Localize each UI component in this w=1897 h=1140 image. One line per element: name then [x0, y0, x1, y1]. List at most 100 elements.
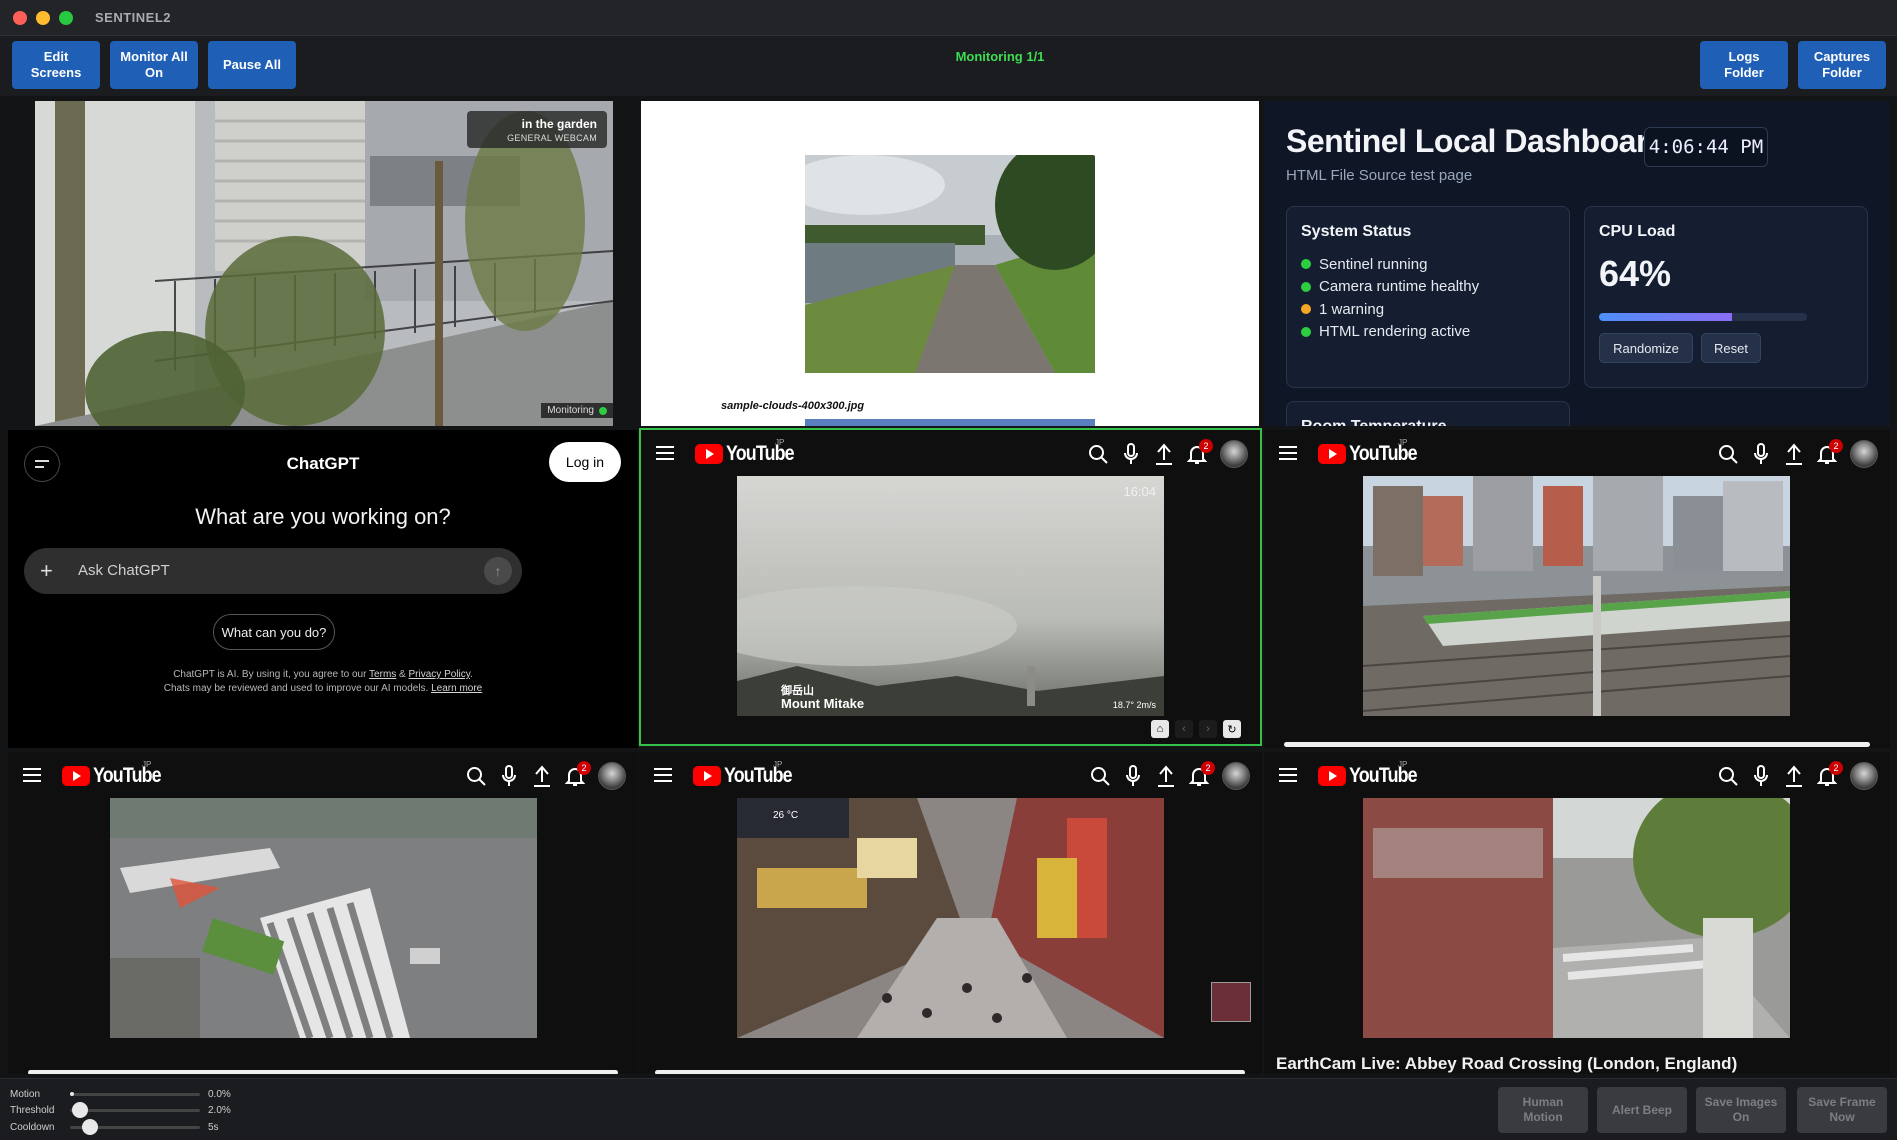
youtube-shinjuku-street-pane[interactable]: YouTube JP 2 26 °C: [639, 752, 1262, 1074]
youtube-logo[interactable]: YouTube: [1318, 764, 1429, 788]
send-arrow-icon[interactable]: ↑: [484, 557, 512, 585]
terms-link[interactable]: Terms: [369, 669, 396, 680]
microphone-icon[interactable]: [1751, 442, 1771, 466]
hamburger-menu-icon[interactable]: [1279, 446, 1297, 460]
monitoring-status: Monitoring 1/1: [955, 49, 1045, 64]
logs-folder-label: Logs Folder: [1724, 49, 1764, 80]
bottom-control-bar: Motion 0.0% Threshold 2.0% Cooldown 5s H…: [0, 1078, 1897, 1140]
notifications-bell-icon[interactable]: 2: [1189, 761, 1215, 788]
minimize-window-button[interactable]: [36, 10, 50, 25]
privacy-policy-link[interactable]: Privacy Policy: [409, 669, 471, 680]
account-avatar[interactable]: [1850, 440, 1878, 468]
captures-folder-button[interactable]: Captures Folder: [1798, 41, 1886, 89]
randomize-button[interactable]: Randomize: [1599, 333, 1693, 363]
search-icon[interactable]: [466, 764, 486, 788]
youtube-header-bar: YouTube JP 2: [641, 430, 1260, 476]
chatgpt-pane[interactable]: ChatGPT Log in What are you working on? …: [8, 430, 638, 748]
system-status-item: Camera runtime healthy: [1301, 276, 1479, 299]
microphone-icon[interactable]: [499, 764, 519, 788]
alert-beep-label: Alert Beep: [1611, 1102, 1673, 1117]
youtube-logo[interactable]: YouTube: [62, 764, 173, 788]
youtube-mitake-pane[interactable]: YouTube JP 2 16:04 御岳山 Mount Mitake 18.7…: [639, 428, 1262, 746]
html-file-pane[interactable]: sample-clouds-400x300.jpg: [641, 101, 1259, 426]
monitor-all-on-button[interactable]: Monitor All On: [110, 41, 198, 89]
chatgpt-login-button[interactable]: Log in: [549, 442, 621, 482]
threshold-slider[interactable]: [70, 1102, 200, 1118]
alert-beep-button[interactable]: Alert Beep: [1597, 1087, 1687, 1133]
reset-button[interactable]: Reset: [1701, 333, 1761, 363]
youtube-region-label: JP: [1398, 760, 1408, 769]
edit-screens-label: Edit Screens: [30, 49, 82, 80]
hamburger-menu-icon[interactable]: [656, 446, 674, 460]
youtube-abbey-road-pane[interactable]: YouTube JP 2 EarthCam Live: Abbey Road C…: [1264, 752, 1890, 1074]
forward-icon[interactable]: ›: [1199, 720, 1217, 738]
hamburger-menu-icon[interactable]: [23, 768, 41, 782]
motion-slider[interactable]: [70, 1092, 200, 1096]
youtube-shinjuku-train-pane[interactable]: YouTube JP 2: [1264, 430, 1890, 748]
pause-all-button[interactable]: Pause All: [208, 41, 296, 89]
edit-screens-button[interactable]: Edit Screens: [12, 41, 100, 89]
human-motion-button[interactable]: Human Motion: [1498, 1087, 1588, 1133]
zoom-window-button[interactable]: [59, 10, 73, 25]
back-icon[interactable]: ‹: [1175, 720, 1193, 738]
upload-icon[interactable]: [1156, 764, 1176, 788]
youtube-logo[interactable]: YouTube: [1318, 442, 1429, 466]
garden-cam-badge: in the garden GENERAL WEBCAM: [467, 111, 607, 148]
notifications-bell-icon[interactable]: 2: [1817, 439, 1843, 466]
notifications-bell-icon[interactable]: 2: [1817, 761, 1843, 788]
abbey-road-video[interactable]: [1363, 798, 1790, 1038]
save-images-on-button[interactable]: Save Images On: [1696, 1087, 1786, 1133]
notifications-bell-icon[interactable]: 2: [565, 761, 591, 788]
youtube-scramble-pane[interactable]: YouTube JP 2: [8, 752, 638, 1074]
save-frame-now-button[interactable]: Save Frame Now: [1797, 1087, 1887, 1133]
train-video[interactable]: [1363, 476, 1790, 716]
account-avatar[interactable]: [1220, 440, 1248, 468]
notification-count-badge: 2: [1199, 439, 1213, 453]
mitake-video[interactable]: 16:04 御岳山 Mount Mitake 18.7° 2m/s: [737, 476, 1164, 716]
notifications-bell-icon[interactable]: 2: [1187, 439, 1213, 466]
youtube-logo[interactable]: YouTube: [693, 764, 804, 788]
upload-icon[interactable]: [532, 764, 552, 788]
account-avatar[interactable]: [1222, 762, 1250, 790]
account-avatar[interactable]: [1850, 762, 1878, 790]
youtube-logo[interactable]: YouTube: [695, 442, 806, 466]
reload-icon[interactable]: ↻: [1223, 720, 1241, 738]
chatgpt-input[interactable]: + Ask ChatGPT ↑: [24, 548, 522, 594]
microphone-icon[interactable]: [1121, 442, 1141, 466]
hamburger-menu-icon[interactable]: [654, 768, 672, 782]
hamburger-menu-icon[interactable]: [1279, 768, 1297, 782]
scramble-video[interactable]: [110, 798, 537, 1038]
close-window-button[interactable]: [13, 10, 27, 25]
home-icon[interactable]: ⌂: [1151, 720, 1169, 738]
plus-icon[interactable]: +: [40, 558, 53, 584]
room-temperature-title: Room Temperature: [1301, 418, 1447, 426]
search-icon[interactable]: [1718, 442, 1738, 466]
motion-slider-knob[interactable]: [70, 1092, 74, 1096]
threshold-slider-knob[interactable]: [72, 1102, 89, 1118]
cooldown-slider-knob[interactable]: [81, 1119, 98, 1135]
learn-more-link[interactable]: Learn more: [431, 683, 482, 694]
search-icon[interactable]: [1088, 442, 1108, 466]
what-can-you-do-button[interactable]: What can you do?: [213, 614, 335, 650]
logs-folder-button[interactable]: Logs Folder: [1700, 41, 1788, 89]
microphone-icon[interactable]: [1751, 764, 1771, 788]
youtube-header-icons: 2: [466, 761, 626, 790]
notification-count-badge: 2: [1829, 439, 1843, 453]
abbey-road-video-title[interactable]: EarthCam Live: Abbey Road Crossing (Lond…: [1276, 1054, 1737, 1074]
sentinel-dashboard-pane[interactable]: Sentinel Local Dashboard HTML File Sourc…: [1264, 101, 1890, 426]
motion-label: Motion: [10, 1089, 41, 1100]
search-icon[interactable]: [1090, 764, 1110, 788]
microphone-icon[interactable]: [1123, 764, 1143, 788]
garden-webcam-pane[interactable]: in the garden GENERAL WEBCAM Monitoring: [35, 101, 613, 426]
street-video[interactable]: 26 °C: [737, 798, 1164, 1038]
channel-thumbnail-icon[interactable]: [1211, 982, 1251, 1022]
upload-icon[interactable]: [1784, 442, 1804, 466]
chatgpt-legal-text: ChatGPT is AI. By using it, you agree to…: [8, 668, 638, 696]
upload-icon[interactable]: [1784, 764, 1804, 788]
cooldown-slider[interactable]: [70, 1119, 200, 1135]
search-icon[interactable]: [1718, 764, 1738, 788]
upload-icon[interactable]: [1154, 442, 1174, 466]
system-status-item: Sentinel running: [1301, 253, 1479, 276]
mitake-video-image: [737, 476, 1164, 716]
account-avatar[interactable]: [598, 762, 626, 790]
